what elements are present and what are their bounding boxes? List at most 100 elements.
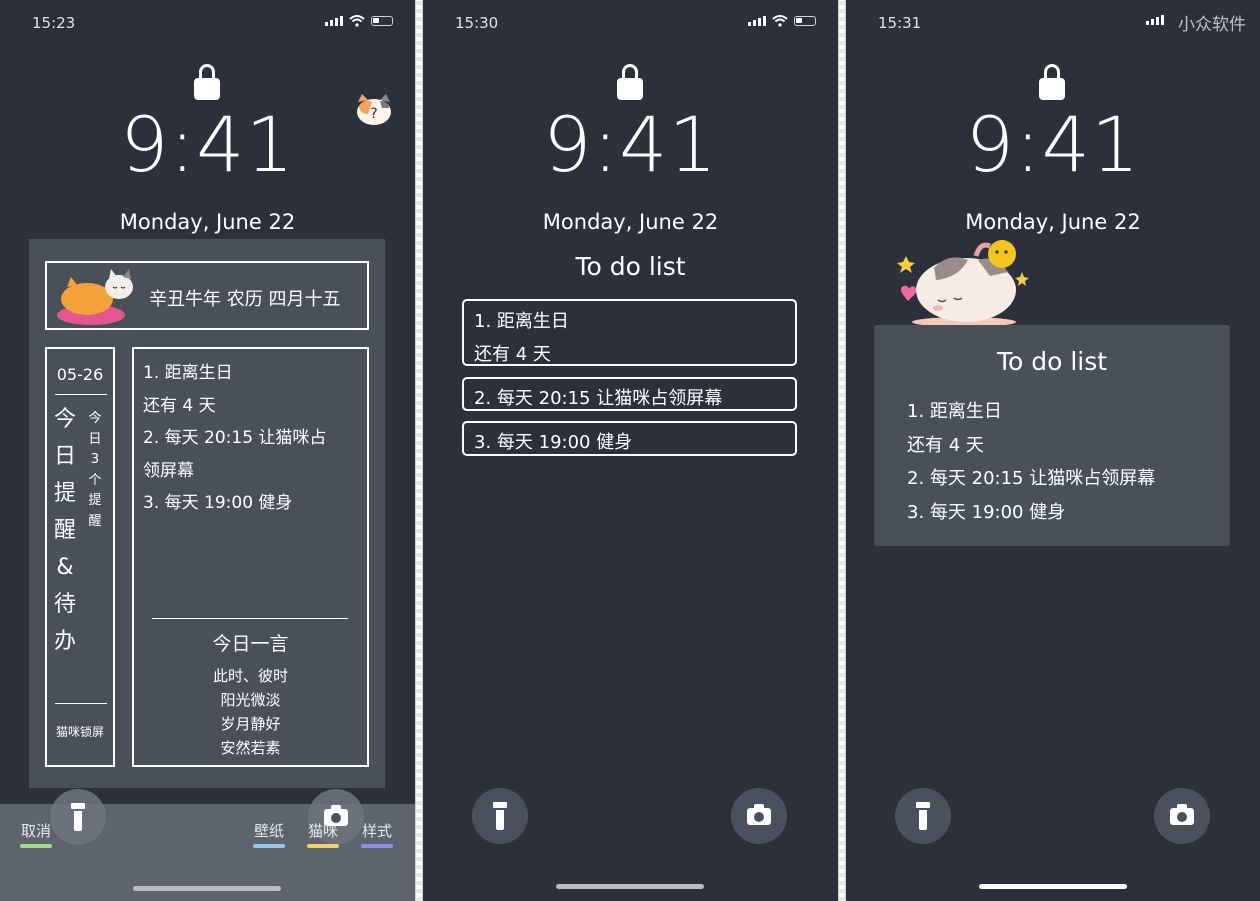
lying-cat-illustration xyxy=(897,240,1029,327)
todo-line: 2. 每天 20:15 让猫咪占 xyxy=(143,428,327,448)
flashlight-button[interactable] xyxy=(50,789,106,845)
phone-screen-2: 15:30 9:41 Monday, June 22 To do list 1.… xyxy=(423,0,838,901)
todo-title: To do list xyxy=(996,347,1108,376)
vertical-title-char: & xyxy=(56,555,74,580)
todo-line: 领屏幕 xyxy=(143,460,194,481)
lock-clock: 9:41 xyxy=(120,100,295,189)
phone-screen-3: 15:31 小众软件 9:41 Monday, June 22 To do li… xyxy=(846,0,1260,901)
lock-icon xyxy=(194,64,220,100)
status-icons xyxy=(325,15,393,27)
bottom-toolbar: 取消 壁纸 猫咪 样式 xyxy=(0,789,415,901)
widget-header: 辛丑牛年 农历 四月十五 xyxy=(45,261,369,330)
cellular-icon xyxy=(748,16,766,26)
todo-item: 3. 每天 19:00 健身 xyxy=(462,421,797,456)
status-time: 15:23 xyxy=(32,14,76,32)
style-label: 样式 xyxy=(361,822,392,840)
cellular-icon xyxy=(1146,15,1164,25)
widget-right-column: 1. 距离生日 还有 4 天 2. 每天 20:15 让猫咪占 领屏幕 3. 每天 19… xyxy=(132,347,369,767)
status-time: 15:30 xyxy=(455,14,499,32)
flashlight-button[interactable] xyxy=(472,788,528,844)
todo-list: 1. 距离生日还有 4 天 2. 每天 20:15 让猫咪占领屏幕 3. 每天 19… xyxy=(143,357,326,520)
todo-line: 还有 4 天 xyxy=(907,434,984,456)
status-time: 15:31 xyxy=(878,14,922,32)
flashlight-icon xyxy=(916,802,930,830)
style-underline xyxy=(361,844,393,848)
wallpaper-underline xyxy=(253,844,285,848)
widget-panel: 辛丑牛年 农历 四月十五 05-26 今日提醒 & 待办 今日3个提醒 猫咪锁屏 1… xyxy=(29,239,385,788)
quote-line: 此时、彼时 xyxy=(212,667,288,685)
flashlight-icon xyxy=(71,803,85,831)
quote-line: 岁月静好 xyxy=(220,715,281,733)
widget-left-column: 05-26 今日提醒 & 待办 今日3个提醒 猫咪锁屏 xyxy=(45,347,115,767)
todo-panel: To do list 1. 距离生日 还有 4 天 2. 每天 20:15 让猫咪占… xyxy=(874,325,1230,546)
wallpaper-button[interactable]: 壁纸 xyxy=(253,820,285,848)
home-indicator[interactable] xyxy=(556,884,704,889)
cat-label: 猫咪 xyxy=(307,822,338,840)
quote-text: 此时、彼时 阳光微淡 岁月静好 安然若素 xyxy=(134,664,367,760)
divider xyxy=(415,0,423,901)
todo-line: 还有 4 天 xyxy=(143,395,216,416)
lock-date: Monday, June 22 xyxy=(965,210,1141,234)
cancel-label: 取消 xyxy=(20,822,51,840)
lock-clock: 9:41 xyxy=(543,100,718,189)
vertical-title-char: 提 xyxy=(53,481,76,506)
style-button[interactable]: 样式 xyxy=(361,820,393,848)
home-indicator[interactable] xyxy=(133,886,281,891)
vertical-subtitle-char: 个 xyxy=(88,472,102,488)
todo-item-text: 1. 距离生日 xyxy=(474,311,569,332)
vertical-title-char: 办 xyxy=(53,629,76,654)
vertical-title-char: 醒 xyxy=(53,518,76,543)
flashlight-button[interactable] xyxy=(895,788,951,844)
todo-list: 1. 距离生日还有 4 天 2. 每天 20:15 让猫咪占领屏幕 3. 每天 19… xyxy=(907,395,1155,529)
divider xyxy=(55,394,107,395)
vertical-subtitle-char: 今 xyxy=(88,411,102,426)
todo-item-text: 3. 每天 19:00 健身 xyxy=(474,432,633,453)
watermark: 小众软件 xyxy=(1178,15,1246,35)
divider xyxy=(838,0,846,901)
phone-screen-1: 15:23 ? 9:41 Monday, June 22 辛丑牛年 农历 四月十… xyxy=(0,0,415,901)
todo-line: 1. 距离生日 xyxy=(143,363,233,383)
vertical-title: 今日提醒 & 待办 xyxy=(51,401,79,660)
vertical-subtitle-char: 3 xyxy=(90,452,100,467)
cat-button[interactable]: 猫咪 xyxy=(307,820,339,848)
battery-icon xyxy=(794,16,816,26)
cellular-icon xyxy=(325,16,343,26)
cancel-button[interactable]: 取消 xyxy=(20,820,52,848)
vertical-subtitle-char: 提 xyxy=(88,493,102,508)
wallpaper-label: 壁纸 xyxy=(253,822,284,840)
cancel-underline xyxy=(20,844,52,848)
todo-item: 1. 距离生日 还有 4 天 xyxy=(462,299,797,366)
status-icons xyxy=(748,15,816,27)
status-icons xyxy=(1146,15,1164,25)
lock-date: Monday, June 22 xyxy=(542,210,719,234)
divider xyxy=(152,618,348,619)
wifi-icon xyxy=(349,15,365,27)
camera-icon xyxy=(747,803,771,825)
lock-date: Monday, June 22 xyxy=(119,210,296,234)
flashlight-icon xyxy=(493,802,507,830)
wifi-icon xyxy=(772,15,788,27)
vertical-subtitle-char: 醒 xyxy=(88,513,102,529)
camera-icon xyxy=(1170,803,1194,825)
vertical-title-char: 待 xyxy=(53,592,76,617)
lock-icon xyxy=(1039,64,1065,100)
divider xyxy=(55,703,107,704)
lock-clock: 9:41 xyxy=(965,100,1141,189)
todo-line: 2. 每天 20:15 让猫咪占领屏幕 xyxy=(907,468,1156,489)
todo-line: 3. 每天 19:00 健身 xyxy=(907,501,1066,523)
lock-icon xyxy=(617,64,643,100)
todo-item: 2. 每天 20:15 让猫咪占领屏幕 xyxy=(462,377,797,411)
home-indicator[interactable] xyxy=(979,884,1127,889)
todo-line: 3. 每天 19:00 健身 xyxy=(143,493,293,513)
vertical-title-char: 今 xyxy=(53,407,76,432)
vertical-subtitle-char: 日 xyxy=(88,431,102,447)
camera-button[interactable] xyxy=(731,788,787,844)
todo-title: To do list xyxy=(575,252,686,281)
cat-underline xyxy=(307,844,339,848)
sleeping-cat-illustration xyxy=(57,269,133,325)
camera-button[interactable] xyxy=(1154,788,1210,844)
todo-line: 1. 距离生日 xyxy=(907,401,1002,422)
todo-item-text: 还有 4 天 xyxy=(474,344,551,365)
vertical-subtitle: 今日 3 个提醒 xyxy=(83,409,107,532)
todo-item-text: 2. 每天 20:15 让猫咪占领屏幕 xyxy=(474,388,723,409)
